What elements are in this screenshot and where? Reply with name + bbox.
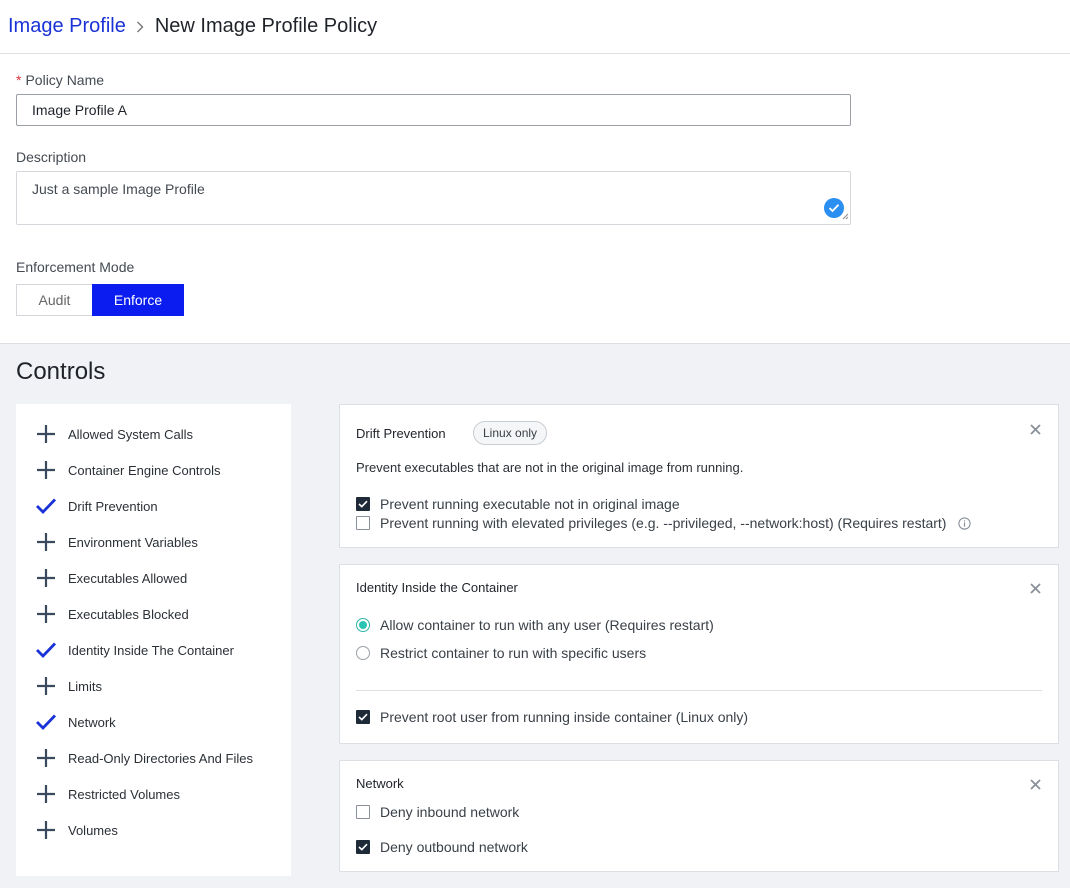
drift-option-2-label: Prevent running with elevated privileges… bbox=[380, 515, 947, 531]
identity-card: Identity Inside the Container Allow cont… bbox=[339, 564, 1059, 744]
network-option-2-label: Deny outbound network bbox=[380, 839, 528, 855]
control-item-restricted-volumes[interactable]: Restricted Volumes bbox=[16, 776, 291, 812]
drift-option-2[interactable]: Prevent running with elevated privileges… bbox=[356, 515, 972, 531]
plus-icon[interactable] bbox=[35, 747, 57, 769]
check-icon[interactable] bbox=[35, 495, 57, 517]
card-title: Identity Inside the Container bbox=[356, 580, 518, 595]
close-icon[interactable] bbox=[1028, 777, 1042, 791]
identity-check-1-label: Prevent root user from running inside co… bbox=[380, 709, 749, 725]
check-icon[interactable] bbox=[35, 639, 57, 661]
card-title: Drift Prevention bbox=[356, 426, 446, 441]
checkbox-unchecked[interactable] bbox=[356, 516, 370, 530]
description-value: Just a sample Image Profile bbox=[32, 181, 205, 197]
network-option-1[interactable]: Deny inbound network bbox=[356, 804, 519, 820]
controls-list: Allowed System Calls Container Engine Con… bbox=[16, 404, 291, 876]
control-item-allowed-system-calls[interactable]: Allowed System Calls bbox=[16, 416, 291, 452]
enforcement-mode-label: Enforcement Mode bbox=[16, 259, 135, 275]
control-item-label: Executables Blocked bbox=[68, 606, 189, 622]
policy-name-input[interactable]: Image Profile A bbox=[16, 94, 851, 126]
chevron-right-icon bbox=[136, 21, 144, 33]
control-item-label: Container Engine Controls bbox=[68, 462, 221, 478]
controls-title: Controls bbox=[16, 358, 106, 385]
control-item-label: Restricted Volumes bbox=[68, 786, 180, 802]
policy-form: * Policy Name Image Profile A Description… bbox=[0, 54, 1070, 343]
checkbox-checked[interactable] bbox=[356, 497, 370, 511]
control-item-environment-variables[interactable]: Environment Variables bbox=[16, 524, 291, 560]
drift-description: Prevent executables that are not in the … bbox=[356, 460, 744, 475]
control-item-executables-blocked[interactable]: Executables Blocked bbox=[16, 596, 291, 632]
page-title: New Image Profile Policy bbox=[154, 15, 378, 37]
policy-name-label: * Policy Name bbox=[16, 72, 105, 88]
radio-unselected[interactable] bbox=[356, 646, 370, 660]
description-textarea[interactable]: Just a sample Image Profile bbox=[16, 171, 851, 225]
plus-icon[interactable] bbox=[35, 819, 57, 841]
control-item-label: Volumes bbox=[68, 822, 118, 838]
control-item-label: Limits bbox=[68, 678, 102, 694]
plus-icon[interactable] bbox=[35, 603, 57, 625]
enforce-mode-button[interactable]: Enforce bbox=[92, 284, 184, 316]
identity-radio-2-label: Restrict container to run with specific … bbox=[380, 645, 647, 661]
close-icon[interactable] bbox=[1028, 581, 1042, 595]
identity-radio-1[interactable]: Allow container to run with any user (Re… bbox=[356, 617, 714, 633]
network-card: Network Deny inbound network Deny outbou… bbox=[339, 760, 1059, 872]
close-icon[interactable] bbox=[1028, 422, 1042, 436]
identity-check-1[interactable]: Prevent root user from running inside co… bbox=[356, 709, 748, 725]
control-item-label: Identity Inside The Container bbox=[68, 642, 234, 658]
breadcrumb: Image Profile New Image Profile Policy bbox=[0, 0, 1070, 54]
enforcement-mode-toggle: Audit Enforce bbox=[16, 284, 1054, 316]
control-item-volumes[interactable]: Volumes bbox=[16, 812, 291, 848]
checkbox-unchecked[interactable] bbox=[356, 805, 370, 819]
required-asterisk: * bbox=[16, 72, 22, 88]
control-item-drift-prevention[interactable]: Drift Prevention bbox=[16, 488, 291, 524]
drift-prevention-card: Drift Prevention Linux only Prevent exec… bbox=[339, 404, 1059, 548]
control-item-container-engine-controls[interactable]: Container Engine Controls bbox=[16, 452, 291, 488]
plus-icon[interactable] bbox=[35, 675, 57, 697]
breadcrumb-parent-link[interactable]: Image Profile bbox=[8, 15, 126, 38]
checkmark-circle-icon bbox=[824, 198, 844, 218]
control-item-label: Allowed System Calls bbox=[68, 426, 193, 442]
control-item-identity-inside-the-container[interactable]: Identity Inside The Container bbox=[16, 632, 291, 668]
divider bbox=[356, 690, 1042, 691]
info-icon[interactable] bbox=[958, 516, 972, 530]
network-option-2[interactable]: Deny outbound network bbox=[356, 839, 528, 855]
plus-icon[interactable] bbox=[35, 423, 57, 445]
control-item-network[interactable]: Network bbox=[16, 704, 291, 740]
plus-icon[interactable] bbox=[35, 783, 57, 805]
checkbox-checked[interactable] bbox=[356, 840, 370, 854]
control-item-label: Executables Allowed bbox=[68, 570, 188, 586]
drift-option-1-label: Prevent running executable not in origin… bbox=[380, 496, 680, 512]
network-option-1-label: Deny inbound network bbox=[380, 804, 520, 820]
control-item-label: Drift Prevention bbox=[68, 498, 158, 514]
control-item-executables-allowed[interactable]: Executables Allowed bbox=[16, 560, 291, 596]
resize-handle-icon[interactable] bbox=[842, 207, 849, 223]
control-item-limits[interactable]: Limits bbox=[16, 668, 291, 704]
radio-selected[interactable] bbox=[356, 618, 370, 632]
audit-mode-button[interactable]: Audit bbox=[16, 284, 92, 316]
identity-radio-2[interactable]: Restrict container to run with specific … bbox=[356, 645, 646, 661]
control-item-label: Read-Only Directories And Files bbox=[68, 750, 253, 766]
checkbox-checked[interactable] bbox=[356, 710, 370, 724]
description-label: Description bbox=[16, 149, 87, 165]
control-item-label: Environment Variables bbox=[68, 534, 198, 550]
plus-icon[interactable] bbox=[35, 531, 57, 553]
control-item-label: Network bbox=[68, 714, 116, 730]
card-title: Network bbox=[356, 776, 404, 791]
plus-icon[interactable] bbox=[35, 459, 57, 481]
check-icon[interactable] bbox=[35, 711, 57, 733]
drift-option-1[interactable]: Prevent running executable not in origin… bbox=[356, 496, 680, 512]
controls-section: Controls Allowed System Calls Container E… bbox=[0, 343, 1070, 888]
control-item-read-only-directories-and-files[interactable]: Read-Only Directories And Files bbox=[16, 740, 291, 776]
identity-radio-1-label: Allow container to run with any user (Re… bbox=[380, 617, 714, 633]
plus-icon[interactable] bbox=[35, 567, 57, 589]
linux-only-badge: Linux only bbox=[473, 421, 548, 445]
